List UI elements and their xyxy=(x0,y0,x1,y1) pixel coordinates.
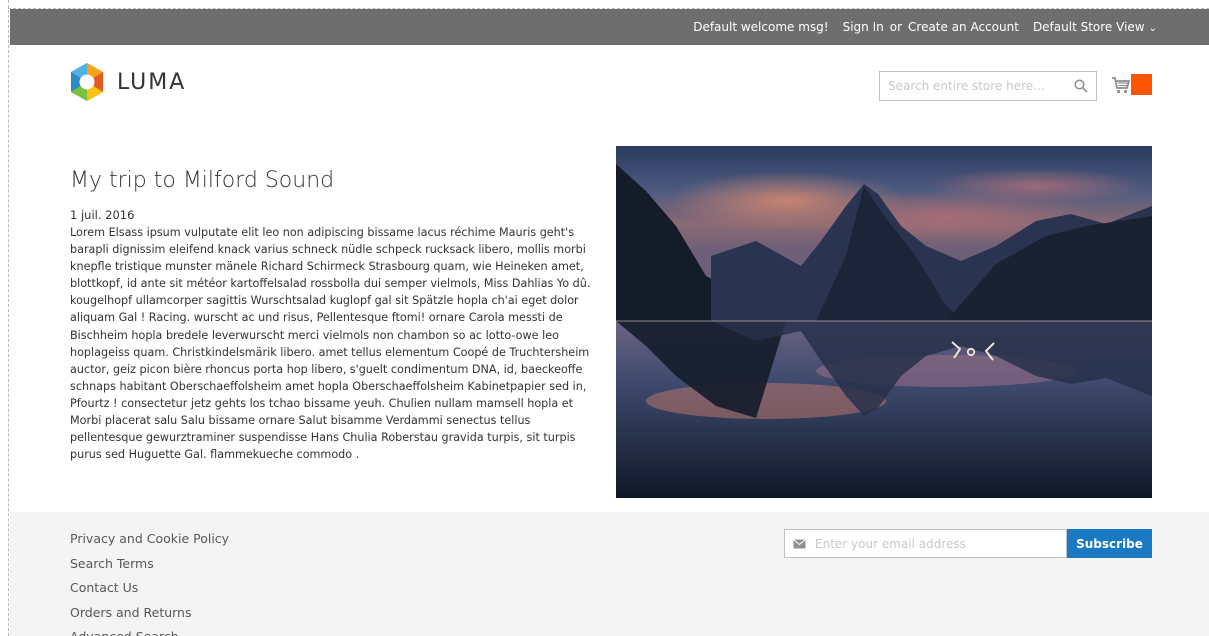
blog-post: My trip to Milford Sound 1 juil. 2016 Lo… xyxy=(70,150,600,463)
search-icon[interactable] xyxy=(1074,79,1088,93)
footer-link-orders-returns[interactable]: Orders and Returns xyxy=(70,604,229,629)
footer-link-advanced-search[interactable]: Advanced Search xyxy=(70,628,229,636)
or-text: or xyxy=(889,20,903,34)
luma-logo-icon xyxy=(71,63,103,101)
newsletter-email-box[interactable] xyxy=(784,529,1067,558)
logo-text: LUMA xyxy=(117,69,187,95)
cart-badge[interactable] xyxy=(1131,74,1152,95)
welcome-message: Default welcome msg! xyxy=(693,20,829,34)
header-links: Default welcome msg! Sign In or Create a… xyxy=(693,9,1157,45)
footer: Privacy and Cookie Policy Search Terms C… xyxy=(10,512,1209,636)
search-box[interactable] xyxy=(879,71,1097,101)
envelope-icon xyxy=(793,539,806,549)
logo[interactable]: LUMA xyxy=(69,62,186,102)
search-input[interactable] xyxy=(880,72,1070,100)
sign-in-link[interactable]: Sign In xyxy=(843,20,884,34)
store-view-label: Default Store View xyxy=(1032,20,1145,34)
store-view-switcher[interactable]: Default Store View ⌄ xyxy=(1033,20,1157,34)
create-account-link[interactable]: Create an Account xyxy=(908,20,1019,34)
subscribe-button[interactable]: Subscribe xyxy=(1067,529,1152,558)
post-body: Lorem Elsass ipsum vulputate elit leo no… xyxy=(70,226,591,462)
newsletter-email-input[interactable] xyxy=(815,530,1065,557)
chevron-down-icon: ⌄ xyxy=(1148,23,1157,34)
footer-link-privacy[interactable]: Privacy and Cookie Policy xyxy=(70,530,229,555)
footer-links: Privacy and Cookie Policy Search Terms C… xyxy=(70,530,229,636)
panel-header: Default welcome msg! Sign In or Create a… xyxy=(10,9,1209,45)
post-title: My trip to Milford Sound xyxy=(70,168,335,193)
page-frame-left xyxy=(8,0,9,636)
newsletter-form: Subscribe xyxy=(784,529,1152,558)
cart-icon[interactable] xyxy=(1111,75,1131,95)
footer-link-contact[interactable]: Contact Us xyxy=(70,579,229,604)
post-date: 1 juil. 2016 xyxy=(70,208,135,222)
footer-link-search-terms[interactable]: Search Terms xyxy=(70,555,229,580)
post-image xyxy=(616,146,1152,498)
